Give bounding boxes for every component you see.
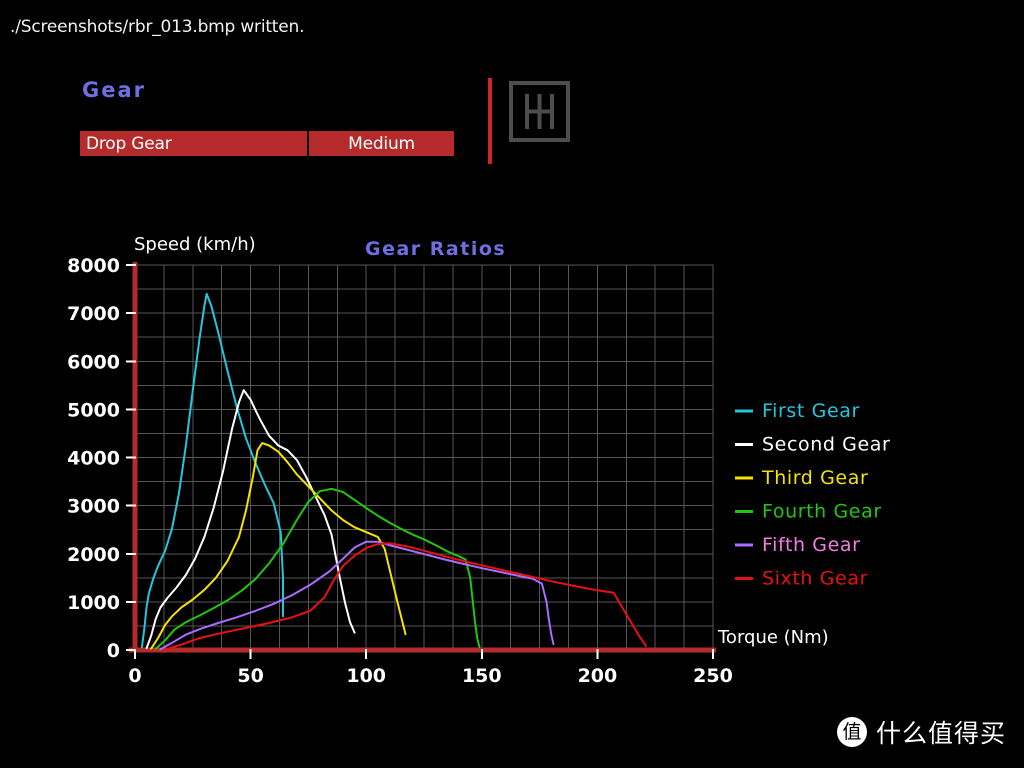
series-line-1 (140, 292, 284, 649)
watermark-logo-icon: 值 (836, 717, 867, 747)
y-tick-label: 7000 (67, 303, 120, 325)
watermark-text: 什么值得买 (875, 719, 1006, 748)
y-tick-label: 6000 (67, 351, 120, 373)
y-tick-label: 4000 (67, 448, 120, 470)
legend-item-3[interactable]: Third Gear (735, 467, 868, 489)
legend-item-2[interactable]: Second Gear (735, 434, 890, 456)
legend-item-5[interactable]: Fifth Gear (735, 534, 861, 556)
x-tick-label: 150 (462, 665, 502, 687)
legend-label-4: Fourth Gear (762, 501, 882, 523)
chart-series (140, 292, 647, 651)
chart-title: Gear Ratios (365, 238, 506, 260)
watermark: 值 什么值得买 (836, 714, 1006, 750)
x-tick-label: 100 (346, 665, 386, 687)
x-tick-label: 0 (128, 665, 141, 687)
x-tick-label: 50 (237, 665, 263, 687)
legend-label-2: Second Gear (762, 434, 890, 456)
y-tick-label: 5000 (67, 399, 120, 421)
legend-label-5: Fifth Gear (762, 534, 861, 556)
legend-item-6[interactable]: Sixth Gear (735, 568, 868, 590)
chart-gridlines (134, 264, 714, 651)
gear-ratios-chart: 0 1000 2000 3000 4000 5000 6000 7000 8000 0 50 100 1… (0, 0, 1024, 768)
legend-label-1: First Gear (762, 400, 860, 422)
series-line-4 (154, 487, 481, 650)
y-tick-label: 1000 (67, 592, 120, 614)
legend-item-4[interactable]: Fourth Gear (735, 501, 882, 523)
legend-item-1[interactable]: First Gear (735, 400, 860, 422)
y-axis-label: Speed (km/h) (134, 234, 256, 255)
chart-legend: First Gear Second Gear Third Gear Fourth Ge… (735, 400, 890, 590)
x-tick-label: 200 (578, 665, 618, 687)
y-tick-label: 3000 (67, 496, 120, 518)
y-tick-label: 0 (107, 640, 120, 662)
series-line-3 (150, 442, 407, 650)
legend-label-3: Third Gear (761, 467, 868, 489)
x-tick-label: 250 (693, 665, 733, 687)
y-tick-label: 8000 (67, 255, 120, 277)
x-axis-label: Torque (Nm) (717, 627, 829, 648)
y-tick-label: 2000 (67, 544, 120, 566)
legend-label-6: Sixth Gear (762, 568, 868, 590)
